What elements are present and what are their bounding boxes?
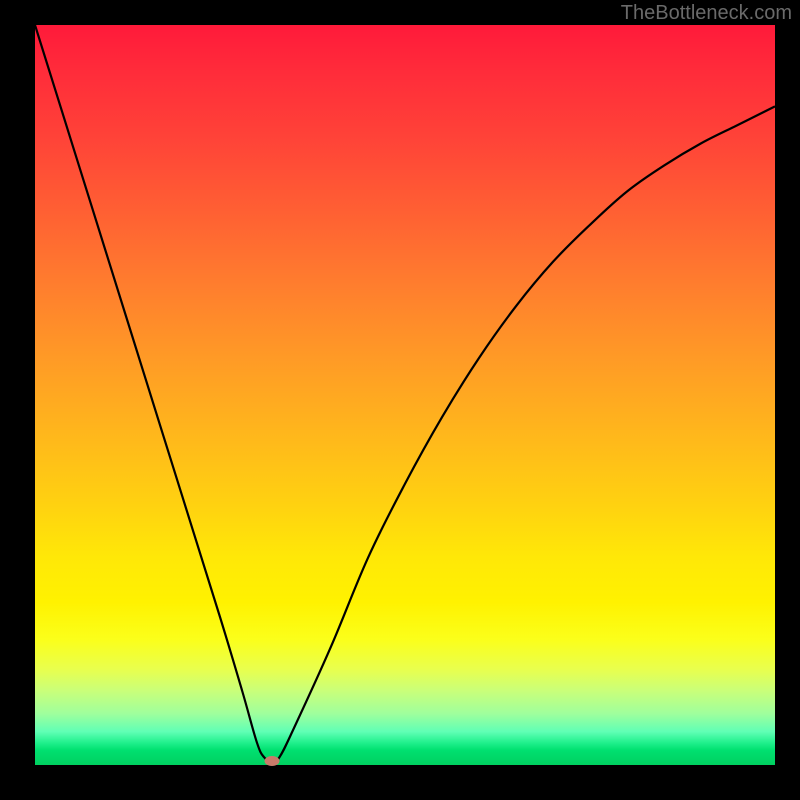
chart-plot-area <box>35 25 775 765</box>
bottleneck-curve <box>35 25 775 765</box>
watermark-label: TheBottleneck.com <box>621 2 792 25</box>
optimal-point-marker <box>264 756 279 766</box>
